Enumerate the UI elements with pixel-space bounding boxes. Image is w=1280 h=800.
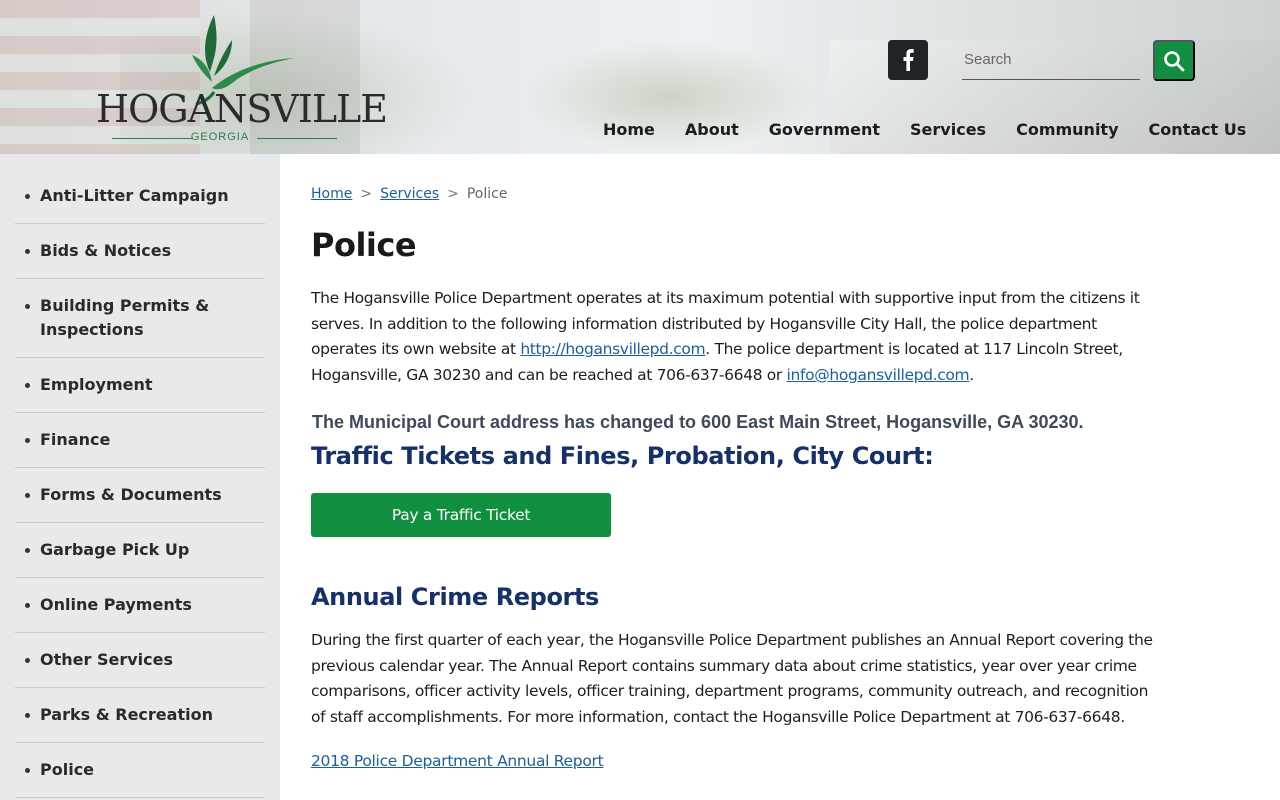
bullet-icon <box>25 304 30 309</box>
sidebar-item-label: Online Payments <box>40 595 192 614</box>
nav-community[interactable]: Community <box>1016 118 1118 144</box>
sidebar-item-police[interactable]: Police <box>15 758 265 798</box>
sidebar-item-label: Garbage Pick Up <box>40 540 190 559</box>
traffic-heading: Traffic Tickets and Fines, Probation, Ci… <box>311 442 934 470</box>
breadcrumb: Home > Services > Police <box>311 186 507 202</box>
breadcrumb-home[interactable]: Home <box>311 186 352 202</box>
pay-traffic-ticket-button[interactable]: Pay a Traffic Ticket <box>311 493 611 537</box>
site-header: HOGANSVILLE GEORGIA Home About Governmen… <box>0 0 1280 154</box>
nav-about[interactable]: About <box>685 118 739 144</box>
sidebar-item-label: Parks & Recreation <box>40 705 213 724</box>
facebook-button[interactable] <box>888 40 928 80</box>
sidebar-item-building-permits[interactable]: Building Permits & Inspections <box>15 294 265 358</box>
sidebar-item-garbage-pick-up[interactable]: Garbage Pick Up <box>15 538 265 578</box>
sidebar-item-anti-litter-campaign[interactable]: Anti-Litter Campaign <box>15 184 265 224</box>
sidebar-item-other-services[interactable]: Other Services <box>15 648 265 688</box>
nav-government[interactable]: Government <box>769 118 880 144</box>
intro-text: . <box>969 366 974 385</box>
site-logo[interactable]: HOGANSVILLE GEORGIA <box>92 10 388 148</box>
main-nav: Home About Government Services Community… <box>603 118 1246 144</box>
breadcrumb-services[interactable]: Services <box>380 186 439 202</box>
sidebar-item-label: Anti-Litter Campaign <box>40 186 229 205</box>
police-website-link[interactable]: http://hogansvillepd.com <box>520 340 705 358</box>
nav-services[interactable]: Services <box>910 118 986 144</box>
breadcrumb-current: Police <box>466 186 508 202</box>
sidebar-item-label: Other Services <box>40 650 173 669</box>
facebook-icon <box>903 49 914 71</box>
annual-report-2018-link[interactable]: 2018 Police Department Annual Report <box>311 752 604 770</box>
search-button[interactable] <box>1153 40 1195 81</box>
sidebar-item-label: Forms & Documents <box>40 485 222 504</box>
bullet-icon <box>25 768 30 773</box>
sidebar-item-label: Employment <box>40 375 153 394</box>
sidebar-item-finance[interactable]: Finance <box>15 428 265 468</box>
sidebar-item-label: Police <box>40 760 95 779</box>
bullet-icon <box>25 658 30 663</box>
breadcrumb-separator: > <box>360 186 373 202</box>
sidebar-item-bids-notices[interactable]: Bids & Notices <box>15 239 265 279</box>
page-title: Police <box>311 226 417 264</box>
logo-text: HOGANSVILLE <box>96 87 388 131</box>
sidebar-item-parks-recreation[interactable]: Parks & Recreation <box>15 703 265 743</box>
bullet-icon <box>25 249 30 254</box>
bullet-icon <box>25 548 30 553</box>
sidebar-item-online-payments[interactable]: Online Payments <box>15 593 265 633</box>
sidebar-item-label: Bids & Notices <box>40 241 172 260</box>
breadcrumb-separator: > <box>447 186 459 202</box>
annual-reports-paragraph: During the first quarter of each year, t… <box>311 631 1153 727</box>
logo-subtitle: GEORGIA <box>190 131 250 143</box>
bullet-icon <box>25 438 30 443</box>
court-address-notice: The Municipal Court address has changed … <box>312 412 1084 432</box>
annual-reports-heading: Annual Crime Reports <box>311 583 599 611</box>
police-email-link[interactable]: info@hogansvillepd.com <box>787 366 970 384</box>
search-icon <box>1164 50 1185 71</box>
bullet-icon <box>25 713 30 718</box>
sidebar-item-forms-documents[interactable]: Forms & Documents <box>15 483 265 523</box>
intro-paragraph: The Hogansville Police Department operat… <box>311 286 1161 389</box>
bullet-icon <box>25 194 30 199</box>
nav-contact-us[interactable]: Contact Us <box>1149 118 1247 144</box>
sidebar: Anti-Litter Campaign Bids & Notices Buil… <box>0 154 280 800</box>
sidebar-item-label: Building Permits & Inspections <box>40 296 210 339</box>
nav-home[interactable]: Home <box>603 118 655 144</box>
bullet-icon <box>25 493 30 498</box>
sidebar-item-label: Finance <box>40 430 111 449</box>
sidebar-item-employment[interactable]: Employment <box>15 373 265 413</box>
search-input[interactable] <box>962 40 1140 80</box>
bullet-icon <box>25 603 30 608</box>
bullet-icon <box>25 383 30 388</box>
